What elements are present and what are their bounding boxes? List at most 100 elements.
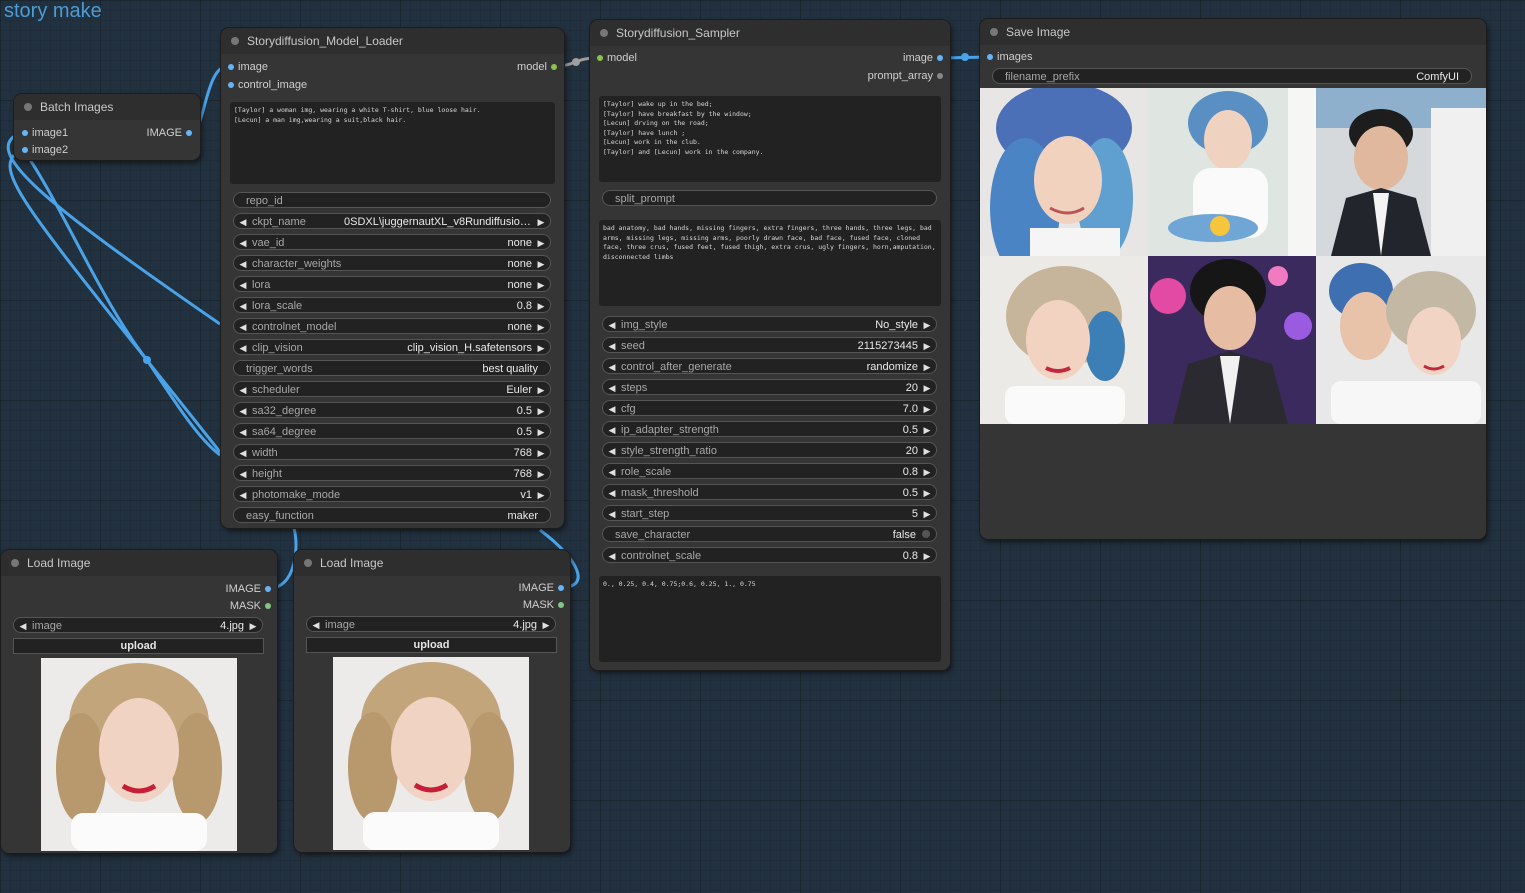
input-image2[interactable]: image2 (22, 143, 68, 157)
widget-sa32-degree[interactable]: ◀ ▶ sa32_degree 0.5 (233, 402, 551, 418)
arrow-right-icon[interactable]: ▶ (534, 319, 548, 335)
arrow-left-icon[interactable]: ◀ (236, 424, 250, 440)
output-image-3[interactable] (1316, 88, 1486, 256)
node-title[interactable]: Save Image (980, 19, 1486, 45)
collapse-dot[interactable] (24, 103, 32, 111)
widget-ckpt-name[interactable]: ◀ ▶ ckpt_name 0SDXL\juggernautXL_v8Rundiffu… (233, 213, 551, 229)
arrow-left-icon[interactable]: ◀ (236, 298, 250, 314)
arrow-right-icon[interactable]: ▶ (534, 235, 548, 251)
node-title[interactable]: Load Image (294, 550, 570, 576)
load-image-node-2[interactable]: Load Image IMAGE MASK ◀ image 4.jpg ▶ up… (294, 550, 570, 852)
arrow-right-icon[interactable]: ▶ (534, 445, 548, 461)
arrow-right-icon[interactable]: ▶ (920, 338, 934, 354)
output-image-1[interactable] (980, 88, 1148, 256)
input-control-image[interactable]: control_image (228, 78, 307, 92)
group-title[interactable]: story make (4, 0, 102, 23)
widget-width[interactable]: ◀ ▶ width 768 (233, 444, 551, 460)
arrow-left-icon[interactable]: ◀ (605, 464, 619, 480)
output-image-2[interactable] (1148, 88, 1316, 256)
arrow-left-icon[interactable]: ◀ (236, 466, 250, 482)
widget-start-step[interactable]: ◀ ▶ start_step 5 (602, 505, 937, 521)
load-image-node-1[interactable]: Load Image IMAGE MASK ◀ image 4.jpg ▶ up… (1, 550, 277, 853)
output-model[interactable]: model (517, 60, 557, 74)
image-select[interactable]: ◀ image 4.jpg ▶ (306, 616, 556, 632)
widget-steps[interactable]: ◀ ▶ steps 20 (602, 379, 937, 395)
arrow-right-icon[interactable]: ▶ (534, 424, 548, 440)
widget-character-weights[interactable]: ◀ ▶ character_weights none (233, 255, 551, 271)
output-image[interactable]: IMAGE (226, 582, 271, 596)
story-prompt-textarea[interactable]: [Taylor] wake up in the bed; [Taylor] ha… (599, 96, 941, 182)
output-mask[interactable]: MASK (523, 598, 564, 612)
arrow-right-icon[interactable]: ▶ (920, 422, 934, 438)
widget-height[interactable]: ◀ ▶ height 768 (233, 465, 551, 481)
arrow-left-icon[interactable]: ◀ (236, 319, 250, 335)
arrow-left-icon[interactable]: ◀ (236, 256, 250, 272)
collapse-dot[interactable] (600, 29, 608, 37)
arrow-right-icon[interactable]: ▶ (920, 317, 934, 333)
widget-role-scale[interactable]: ◀ ▶ role_scale 0.8 (602, 463, 937, 479)
arrow-left-icon[interactable]: ◀ (236, 487, 250, 503)
arrow-right-icon[interactable]: ▶ (534, 214, 548, 230)
arrow-right-icon[interactable]: ▶ (920, 464, 934, 480)
arrow-right-icon[interactable]: ▶ (534, 340, 548, 356)
arrow-left-icon[interactable]: ◀ (309, 617, 323, 633)
toggle-icon[interactable] (922, 530, 930, 538)
widget-seed[interactable]: ◀ ▶ seed 2115273445 (602, 337, 937, 353)
arrow-left-icon[interactable]: ◀ (605, 506, 619, 522)
split-prompt-field[interactable]: split_prompt (602, 190, 937, 206)
output-image-6[interactable] (1316, 256, 1486, 424)
arrow-left-icon[interactable]: ◀ (605, 443, 619, 459)
widget-clip-vision[interactable]: ◀ ▶ clip_vision clip_vision_H.safetensors (233, 339, 551, 355)
widget-controlnet-scale[interactable]: ◀ ▶ controlnet_scale 0.8 (602, 547, 937, 563)
filename-prefix-field[interactable]: filename_prefix ComfyUI (992, 68, 1472, 84)
arrow-right-icon[interactable]: ▶ (920, 359, 934, 375)
arrow-left-icon[interactable]: ◀ (605, 485, 619, 501)
arrow-left-icon[interactable]: ◀ (236, 235, 250, 251)
arrow-right-icon[interactable]: ▶ (534, 298, 548, 314)
widget-style-strength-ratio[interactable]: ◀ ▶ style_strength_ratio 20 (602, 442, 937, 458)
arrow-left-icon[interactable]: ◀ (605, 338, 619, 354)
collapse-dot[interactable] (231, 37, 239, 45)
arrow-right-icon[interactable]: ▶ (539, 617, 553, 633)
output-image[interactable]: IMAGE (519, 581, 564, 595)
output-mask[interactable]: MASK (230, 599, 271, 613)
input-image[interactable]: image (228, 60, 268, 74)
arrow-right-icon[interactable]: ▶ (920, 506, 934, 522)
output-image-4[interactable] (980, 256, 1148, 424)
widget-trigger-words[interactable]: trigger_words best quality (233, 360, 551, 376)
arrow-left-icon[interactable]: ◀ (605, 359, 619, 375)
output-image[interactable]: image (903, 51, 943, 65)
collapse-dot[interactable] (304, 559, 312, 567)
widget-photomake-mode[interactable]: ◀ ▶ photomake_mode v1 (233, 486, 551, 502)
arrow-right-icon[interactable]: ▶ (920, 380, 934, 396)
upload-button[interactable]: upload (13, 638, 264, 654)
arrow-right-icon[interactable]: ▶ (534, 403, 548, 419)
arrow-right-icon[interactable]: ▶ (246, 618, 260, 634)
widget-repo-id[interactable]: repo_id (233, 192, 551, 208)
widget-vae-id[interactable]: ◀ ▶ vae_id none (233, 234, 551, 250)
character-prompt-textarea[interactable]: [Taylor] a woman img, wearing a white T-… (230, 102, 555, 184)
arrow-right-icon[interactable]: ▶ (920, 485, 934, 501)
arrow-right-icon[interactable]: ▶ (534, 487, 548, 503)
output-image-5[interactable] (1148, 256, 1316, 424)
widget-controlnet-model[interactable]: ◀ ▶ controlnet_model none (233, 318, 551, 334)
widget-control-after-generate[interactable]: ◀ ▶ control_after_generate randomize (602, 358, 937, 374)
arrow-left-icon[interactable]: ◀ (605, 317, 619, 333)
widget-cfg[interactable]: ◀ ▶ cfg 7.0 (602, 400, 937, 416)
upload-button[interactable]: upload (306, 637, 557, 653)
widget-save-character[interactable]: save_character false (602, 526, 937, 542)
widget-easy-function[interactable]: easy_function maker (233, 507, 551, 523)
widget-img-style[interactable]: ◀ ▶ img_style No_style (602, 316, 937, 332)
output-image[interactable]: IMAGE (147, 126, 192, 140)
arrow-right-icon[interactable]: ▶ (920, 401, 934, 417)
arrow-left-icon[interactable]: ◀ (16, 618, 30, 634)
arrow-left-icon[interactable]: ◀ (605, 401, 619, 417)
arrow-left-icon[interactable]: ◀ (605, 422, 619, 438)
negative-prompt-textarea[interactable]: bad anatomy, bad hands, missing fingers,… (599, 220, 941, 306)
widget-ip-adapter-strength[interactable]: ◀ ▶ ip_adapter_strength 0.5 (602, 421, 937, 437)
arrow-left-icon[interactable]: ◀ (236, 277, 250, 293)
arrow-left-icon[interactable]: ◀ (236, 445, 250, 461)
image-select[interactable]: ◀ image 4.jpg ▶ (13, 617, 263, 633)
arrow-right-icon[interactable]: ▶ (534, 466, 548, 482)
arrow-right-icon[interactable]: ▶ (534, 382, 548, 398)
